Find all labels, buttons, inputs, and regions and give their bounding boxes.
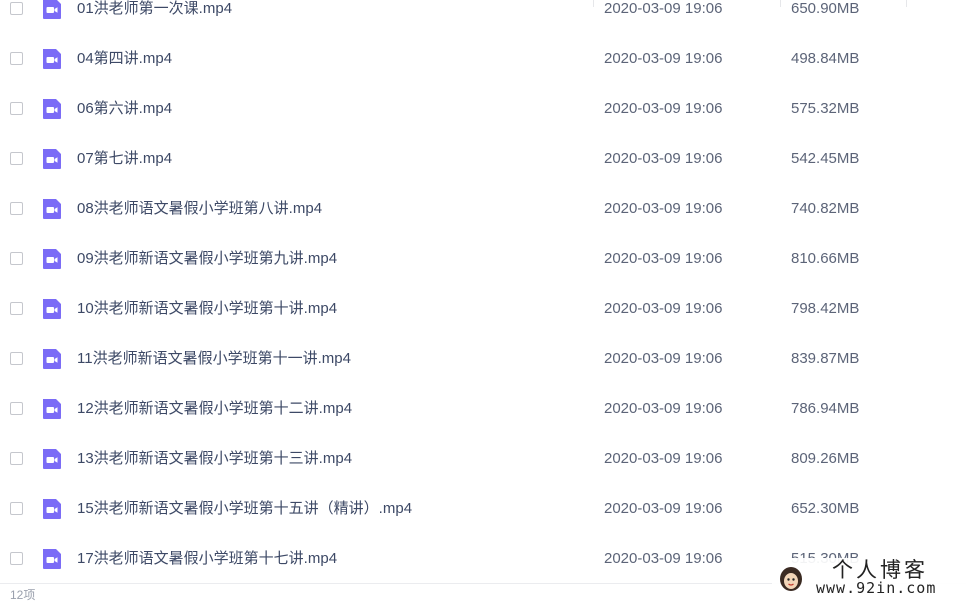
video-file-icon [43, 49, 61, 69]
file-row[interactable]: 06第六讲.mp4 2020-03-09 19:06 575.32MB [0, 84, 966, 134]
row-checkbox[interactable] [10, 2, 23, 15]
file-row[interactable]: 15洪老师新语文暑假小学班第十五讲（精讲）.mp4 2020-03-09 19:0… [0, 484, 966, 534]
file-row[interactable]: 10洪老师新语文暑假小学班第十讲.mp4 2020-03-09 19:06 798.… [0, 284, 966, 334]
video-file-icon [43, 199, 61, 219]
video-file-icon [43, 0, 61, 19]
video-file-icon [43, 449, 61, 469]
row-checkbox[interactable] [10, 352, 23, 365]
video-file-icon [43, 149, 61, 169]
file-size: 652.30MB [791, 500, 860, 517]
video-file-icon [43, 549, 61, 569]
row-checkbox[interactable] [10, 452, 23, 465]
row-checkbox[interactable] [10, 52, 23, 65]
file-row[interactable]: 08洪老师语文暑假小学班第八讲.mp4 2020-03-09 19:06 740.8… [0, 184, 966, 234]
file-name[interactable]: 17洪老师语文暑假小学班第十七讲.mp4 [77, 550, 337, 568]
video-file-icon [43, 249, 61, 269]
file-size: 542.45MB [791, 150, 860, 167]
avatar-icon [780, 567, 802, 591]
file-modified-date: 2020-03-09 19:06 [604, 0, 723, 17]
file-modified-date: 2020-03-09 19:06 [604, 250, 723, 267]
file-list: 01洪老师第一次课.mp4 2020-03-09 19:06 650.90MB 04第… [0, 0, 966, 599]
row-checkbox[interactable] [10, 302, 23, 315]
item-count-label: 12项 [10, 588, 36, 602]
row-checkbox[interactable] [10, 502, 23, 515]
file-modified-date: 2020-03-09 19:06 [604, 400, 723, 417]
file-size: 810.66MB [791, 250, 860, 267]
file-modified-date: 2020-03-09 19:06 [604, 450, 723, 467]
row-checkbox[interactable] [10, 152, 23, 165]
file-name[interactable]: 06第六讲.mp4 [77, 100, 172, 118]
file-modified-date: 2020-03-09 19:06 [604, 100, 723, 117]
file-modified-date: 2020-03-09 19:06 [604, 200, 723, 217]
row-checkbox[interactable] [10, 202, 23, 215]
file-modified-date: 2020-03-09 19:06 [604, 500, 723, 517]
file-row[interactable]: 13洪老师新语文暑假小学班第十三讲.mp4 2020-03-09 19:06 809… [0, 434, 966, 484]
file-size: 809.26MB [791, 450, 860, 467]
file-name[interactable]: 10洪老师新语文暑假小学班第十讲.mp4 [77, 300, 337, 318]
file-size: 498.84MB [791, 50, 860, 67]
file-size: 740.82MB [791, 200, 860, 217]
file-row[interactable]: 01洪老师第一次课.mp4 2020-03-09 19:06 650.90MB [0, 0, 966, 34]
file-modified-date: 2020-03-09 19:06 [604, 550, 723, 567]
file-name[interactable]: 12洪老师新语文暑假小学班第十二讲.mp4 [77, 400, 352, 418]
file-row[interactable]: 11洪老师新语文暑假小学班第十一讲.mp4 2020-03-09 19:06 839… [0, 334, 966, 384]
file-modified-date: 2020-03-09 19:06 [604, 300, 723, 317]
video-file-icon [43, 349, 61, 369]
file-size: 575.32MB [791, 100, 860, 117]
row-checkbox[interactable] [10, 102, 23, 115]
watermark-url: www.92in.com [816, 579, 937, 597]
file-row[interactable]: 12洪老师新语文暑假小学班第十二讲.mp4 2020-03-09 19:06 786… [0, 384, 966, 434]
file-row[interactable]: 09洪老师新语文暑假小学班第九讲.mp4 2020-03-09 19:06 810.… [0, 234, 966, 284]
row-checkbox[interactable] [10, 402, 23, 415]
file-modified-date: 2020-03-09 19:06 [604, 350, 723, 367]
row-checkbox[interactable] [10, 252, 23, 265]
file-size: 650.90MB [791, 0, 860, 17]
file-name[interactable]: 04第四讲.mp4 [77, 50, 172, 68]
file-row[interactable]: 07第七讲.mp4 2020-03-09 19:06 542.45MB [0, 134, 966, 184]
file-modified-date: 2020-03-09 19:06 [604, 50, 723, 67]
watermark: 个人博客 www.92in.com [772, 558, 966, 599]
file-modified-date: 2020-03-09 19:06 [604, 150, 723, 167]
file-name[interactable]: 15洪老师新语文暑假小学班第十五讲（精讲）.mp4 [77, 500, 412, 518]
file-size: 839.87MB [791, 350, 860, 367]
file-name[interactable]: 09洪老师新语文暑假小学班第九讲.mp4 [77, 250, 337, 268]
file-name[interactable]: 07第七讲.mp4 [77, 150, 172, 168]
video-file-icon [43, 99, 61, 119]
file-name[interactable]: 11洪老师新语文暑假小学班第十一讲.mp4 [77, 350, 351, 368]
file-name[interactable]: 13洪老师新语文暑假小学班第十三讲.mp4 [77, 450, 352, 468]
file-name[interactable]: 01洪老师第一次课.mp4 [77, 0, 232, 18]
video-file-icon [43, 399, 61, 419]
video-file-icon [43, 499, 61, 519]
file-row[interactable]: 04第四讲.mp4 2020-03-09 19:06 498.84MB [0, 34, 966, 84]
row-checkbox[interactable] [10, 552, 23, 565]
file-size: 798.42MB [791, 300, 860, 317]
file-name[interactable]: 08洪老师语文暑假小学班第八讲.mp4 [77, 200, 322, 218]
video-file-icon [43, 299, 61, 319]
file-size: 786.94MB [791, 400, 860, 417]
